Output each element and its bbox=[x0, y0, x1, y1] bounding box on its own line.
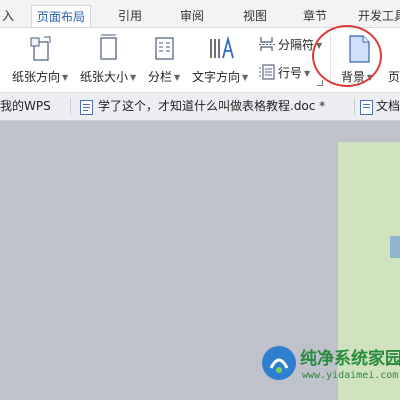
line-numbers-icon bbox=[259, 64, 275, 80]
orientation-icon bbox=[30, 36, 51, 61]
tab-developer[interactable]: 开发工具 bbox=[358, 7, 400, 24]
chevron-down-icon: ▼ bbox=[304, 69, 311, 78]
orientation-button[interactable]: 纸张方向 ▼ bbox=[10, 32, 74, 88]
chevron-down-icon: ▼ bbox=[242, 73, 249, 82]
line-numbers-label: 行号 bbox=[278, 66, 303, 80]
orientation-label: 纸张方向 bbox=[12, 70, 61, 84]
tab-review[interactable]: 审阅 bbox=[180, 7, 204, 24]
paper-size-label: 纸张大小 bbox=[80, 70, 129, 84]
tab-current-document[interactable]: 学了这个，才知道什么叫做表格教程.doc * bbox=[98, 93, 325, 120]
group-expand-icon[interactable] bbox=[317, 80, 323, 86]
tab-page-layout[interactable]: 页面布局 bbox=[31, 5, 92, 28]
watermark-logo-icon bbox=[262, 346, 296, 380]
breaks-label: 分隔符 bbox=[278, 38, 315, 52]
text-direction-button[interactable]: 文字方向 ▼ bbox=[190, 32, 254, 88]
breaks-icon bbox=[259, 37, 275, 51]
annotation-circle bbox=[312, 25, 382, 87]
paper-size-button[interactable]: 纸张大小 ▼ bbox=[78, 32, 142, 88]
tab-chapter[interactable]: 章节 bbox=[303, 7, 327, 24]
page-border-label-partial[interactable]: 页 bbox=[388, 68, 400, 85]
tab-separator bbox=[70, 98, 71, 115]
tab-my-wps[interactable]: 我的WPS bbox=[0, 93, 51, 120]
watermark-title: 纯净系统家园 bbox=[300, 349, 400, 369]
tab-insert[interactable]: 入 bbox=[2, 7, 14, 24]
chevron-down-icon: ▼ bbox=[130, 73, 137, 82]
paper-size-icon bbox=[100, 34, 117, 60]
tab-other-document[interactable]: 文档 bbox=[376, 93, 400, 120]
columns-label: 分栏 bbox=[148, 70, 173, 84]
word-doc-icon bbox=[360, 100, 373, 115]
chevron-down-icon: ▼ bbox=[174, 73, 181, 82]
tab-view[interactable]: 视图 bbox=[243, 7, 267, 24]
columns-button[interactable]: 分栏 ▼ bbox=[146, 32, 186, 88]
document-tab-bar: 我的WPS 学了这个，才知道什么叫做表格教程.doc * 文档 bbox=[0, 93, 400, 121]
columns-icon bbox=[155, 37, 174, 60]
text-direction-label: 文字方向 bbox=[192, 70, 241, 84]
ribbon-tab-bar: 入 页面布局 引用 审阅 视图 章节 开发工具 bbox=[0, 0, 400, 28]
tab-references[interactable]: 引用 bbox=[118, 7, 142, 24]
line-numbers-button[interactable]: 行号 ▼ bbox=[258, 62, 318, 84]
tab-separator bbox=[354, 98, 355, 115]
word-doc-icon bbox=[80, 100, 93, 115]
page-margin-marker bbox=[390, 236, 400, 258]
chevron-down-icon: ▼ bbox=[62, 73, 69, 82]
watermark-url: www.yidaimei.com bbox=[302, 370, 399, 381]
site-watermark: 纯净系统家园 www.yidaimei.com bbox=[258, 340, 400, 400]
text-direction-icon bbox=[210, 35, 234, 59]
